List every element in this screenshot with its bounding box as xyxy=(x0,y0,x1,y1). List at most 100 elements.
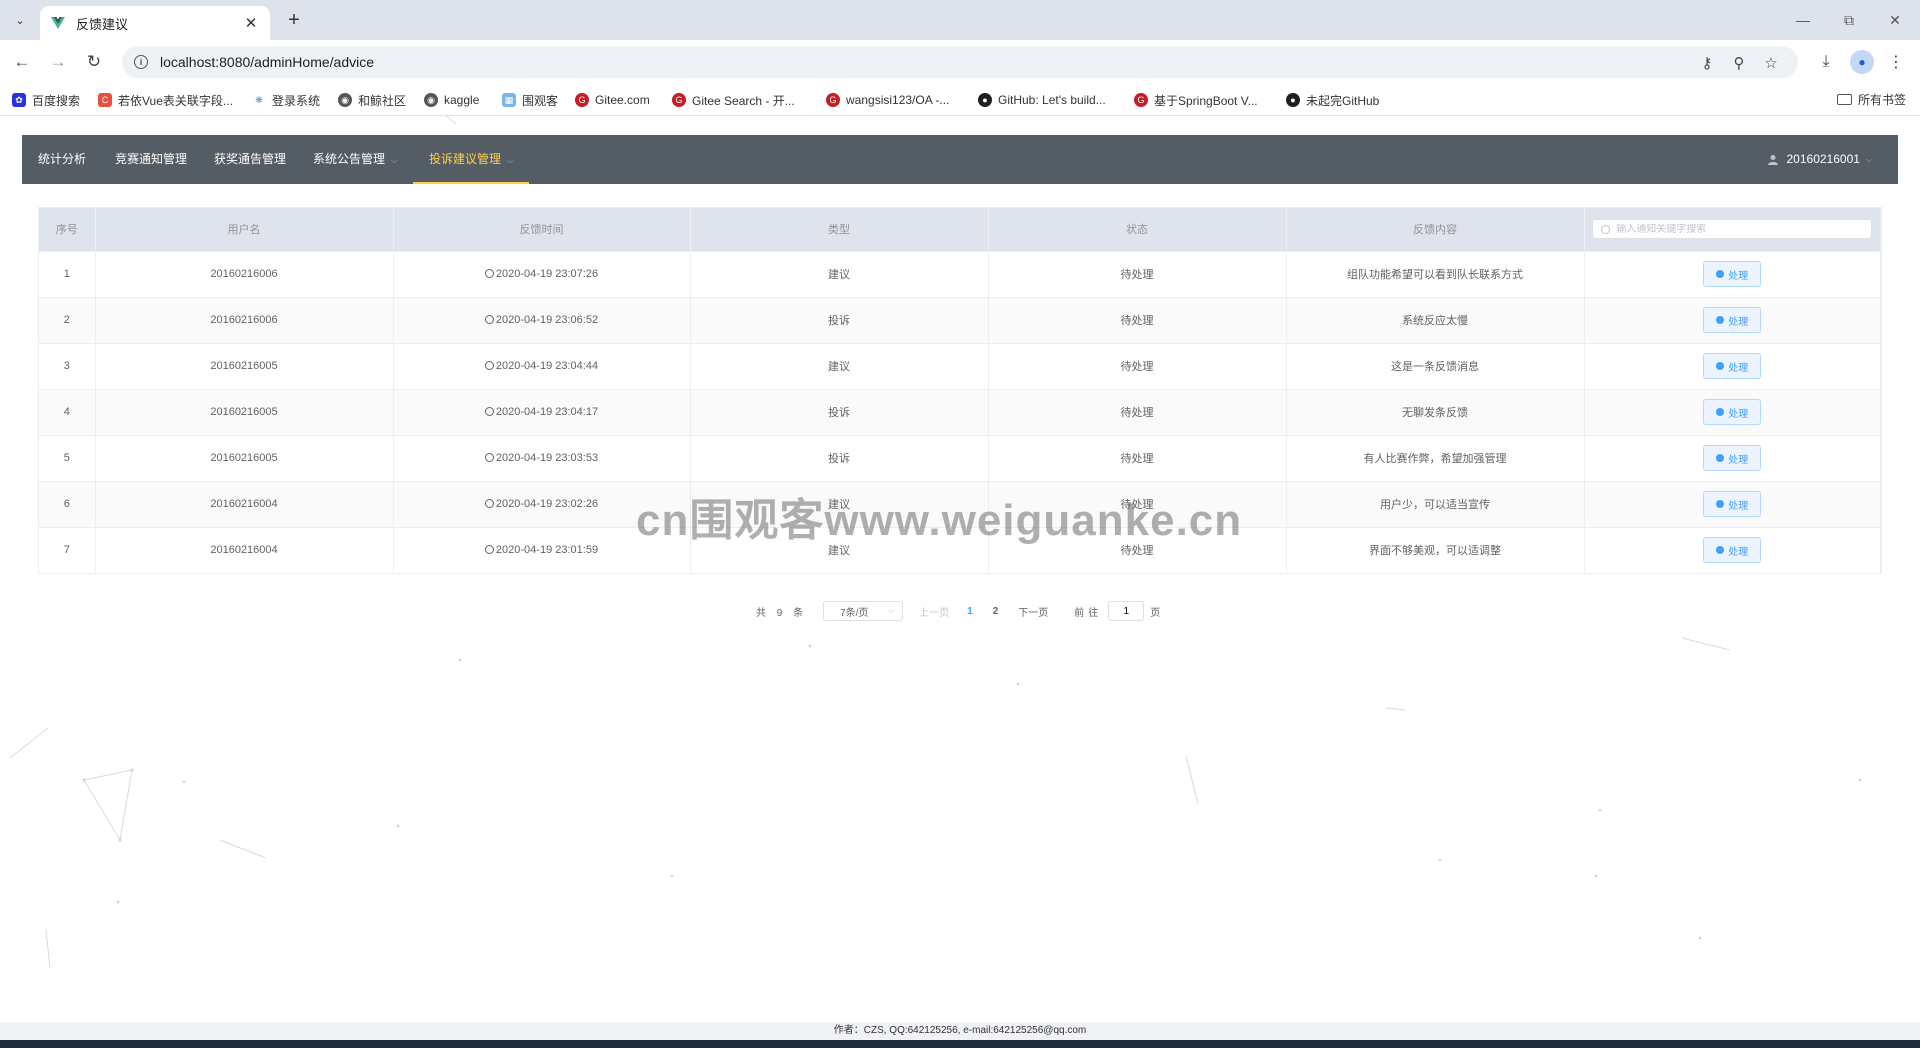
nav-item-complaints-advice[interactable]: 投诉建议管理 ⌵ xyxy=(413,135,530,184)
reload-icon[interactable]: ↻ xyxy=(82,50,106,74)
back-arrow-icon[interactable]: ← xyxy=(10,50,34,74)
search-input[interactable] xyxy=(1616,223,1857,235)
clock-icon xyxy=(484,545,494,555)
handle-button[interactable]: 处理 xyxy=(1703,261,1762,287)
baidu-icon: ✿ xyxy=(12,93,26,107)
column-header-type: 类型 xyxy=(690,208,989,251)
profile-avatar-icon[interactable]: ● xyxy=(1850,50,1874,74)
zoom-icon[interactable]: ⚲ xyxy=(1730,54,1748,72)
tab-close-icon[interactable]: ✕ xyxy=(242,14,260,32)
page-number-1[interactable]: 1 xyxy=(967,606,973,617)
column-header-time: 反馈时间 xyxy=(393,208,691,251)
cell-type: 投诉 xyxy=(690,388,989,435)
handle-button[interactable]: 处理 xyxy=(1703,537,1762,564)
check-circle-icon xyxy=(1716,270,1725,278)
bookmark-item[interactable]: ● 未起完GitHub xyxy=(1286,91,1379,109)
handle-button[interactable]: 处理 xyxy=(1703,399,1762,425)
bookmark-item[interactable]: ❋ 登录系统 xyxy=(252,91,320,109)
gitee-icon: G xyxy=(1134,93,1148,107)
bookmark-item[interactable]: ● GitHub: Let's build... xyxy=(978,91,1106,109)
table-row: 1 20160216006 2020-04-19 23:07:26 建议 待处理 组队功能… xyxy=(39,250,1881,297)
cell-status: 待处理 xyxy=(988,434,1287,481)
cell-action: 处理 xyxy=(1584,434,1881,481)
cell-content: 有人比赛作弊，希望加强管理 xyxy=(1286,434,1585,481)
goto-page-input[interactable] xyxy=(1108,601,1145,621)
check-circle-icon xyxy=(1716,362,1725,370)
vue-favicon-icon xyxy=(51,17,65,29)
forward-arrow-icon[interactable]: → xyxy=(46,50,70,74)
cell-time: 2020-04-19 23:06:52 xyxy=(393,296,691,343)
nav-item-competition-notice[interactable]: 竞赛通知管理 xyxy=(115,135,187,184)
folder-icon xyxy=(1836,94,1852,105)
check-circle-icon xyxy=(1716,500,1725,508)
bookmark-item[interactable]: C 若依Vue表关联字段... xyxy=(98,91,233,109)
pagination-total: 共 9 条 xyxy=(756,607,808,619)
goto-label: 前往 xyxy=(1074,607,1103,619)
page-footer: 作者：CZS, QQ:642125256, e-mail:642125256@q… xyxy=(0,1022,1920,1040)
cell-index: 4 xyxy=(39,388,96,435)
clock-icon xyxy=(484,453,494,462)
minimize-icon[interactable]: — xyxy=(1780,6,1826,34)
cell-content: 系统反应太慢 xyxy=(1286,296,1585,343)
browser-tab-active[interactable]: 反馈建议 ✕ xyxy=(40,6,270,40)
pagination: 共 9 条 7条/页 ⌵ 上一页 1 2 下一页 前往 页 xyxy=(756,601,1160,621)
gitee-icon: G xyxy=(826,93,840,107)
next-page-button[interactable]: 下一页 xyxy=(1018,604,1048,619)
nav-item-award-notice[interactable]: 获奖通告管理 xyxy=(214,135,286,184)
column-header-content: 反馈内容 xyxy=(1286,208,1585,251)
page-size-select[interactable]: 7条/页 ⌵ xyxy=(823,601,904,621)
cell-type: 投诉 xyxy=(690,434,989,481)
bookmark-item[interactable]: Gwangsisi123/OA -... xyxy=(826,91,949,109)
bookmark-item[interactable]: G Gitee.com xyxy=(575,91,650,109)
bookmark-item[interactable]: G 基于SpringBoot V... xyxy=(1134,91,1258,109)
bookmark-item[interactable]: ◉ 和鲸社区 xyxy=(338,91,406,109)
address-bar[interactable]: i localhost:8080/adminHome/advice ⚷ ⚲ ☆ xyxy=(122,46,1798,78)
table-row: 4 20160216005 2020-04-19 23:04:17 投诉 待处理 无聊发条… xyxy=(39,388,1881,435)
bookmark-item[interactable]: ✿ 百度搜索 xyxy=(12,91,80,109)
cell-content: 组队功能希望可以看到队长联系方式 xyxy=(1286,250,1585,297)
check-circle-icon xyxy=(1716,546,1725,555)
cell-action: 处理 xyxy=(1584,388,1881,435)
cell-username: 20160216005 xyxy=(95,388,394,435)
check-circle-icon xyxy=(1716,408,1725,416)
nav-item-statistics[interactable]: 统计分析 xyxy=(38,135,86,184)
cell-action: 处理 xyxy=(1584,296,1881,343)
page-number-2[interactable]: 2 xyxy=(993,606,999,617)
handle-button[interactable]: 处理 xyxy=(1703,307,1762,333)
close-window-icon[interactable]: ✕ xyxy=(1872,6,1918,34)
user-menu[interactable]: 20160216001 ⌵ xyxy=(1767,135,1872,184)
cell-index: 3 xyxy=(39,342,96,389)
site-info-icon[interactable]: i xyxy=(134,55,148,69)
cell-action: 处理 xyxy=(1584,480,1881,527)
bookmark-item[interactable]: G Gitee Search - 开... xyxy=(672,91,795,109)
table-row: 3 20160216005 2020-04-19 23:04:44 建议 待处理 这是一条… xyxy=(39,342,1881,389)
bookmark-star-icon[interactable]: ☆ xyxy=(1762,54,1780,72)
clock-icon xyxy=(484,499,494,508)
cell-time: 2020-04-19 23:07:26 xyxy=(393,250,691,297)
handle-button[interactable]: 处理 xyxy=(1703,445,1762,471)
cell-time: 2020-04-19 23:04:44 xyxy=(393,342,691,389)
cell-action: 处理 xyxy=(1584,342,1881,389)
password-key-icon[interactable]: ⚷ xyxy=(1698,54,1716,72)
tab-list-chevron-icon[interactable]: ⌄ xyxy=(8,8,32,32)
handle-button[interactable]: 处理 xyxy=(1703,353,1762,379)
chevron-down-icon: ⌵ xyxy=(391,156,398,165)
handle-button[interactable]: 处理 xyxy=(1703,491,1762,517)
cell-username: 20160216004 xyxy=(95,526,394,573)
new-tab-plus-icon[interactable]: + xyxy=(282,8,306,32)
prev-page-button[interactable]: 上一页 xyxy=(919,604,949,619)
nav-item-system-announcement[interactable]: 系统公告管理 ⌵ xyxy=(313,135,397,184)
bookmark-item[interactable]: ◉ kaggle xyxy=(424,91,479,109)
clock-icon xyxy=(484,407,494,416)
globe-icon: ◉ xyxy=(338,93,352,107)
cell-content: 这是一条反馈消息 xyxy=(1286,342,1585,389)
cell-username: 20160216006 xyxy=(95,296,394,343)
download-icon[interactable]: ⤓ xyxy=(1814,50,1838,74)
menu-kebab-icon[interactable]: ⋮ xyxy=(1884,50,1908,74)
all-bookmarks[interactable]: 所有书签 xyxy=(1836,91,1906,108)
browser-toolbar: ← → ↻ i localhost:8080/adminHome/advice … xyxy=(0,40,1920,84)
bookmark-item[interactable]: ▦ 围观客 xyxy=(502,91,558,109)
check-circle-icon xyxy=(1716,454,1725,462)
restore-icon[interactable]: ⧉ xyxy=(1826,6,1872,34)
search-field[interactable] xyxy=(1592,219,1873,240)
